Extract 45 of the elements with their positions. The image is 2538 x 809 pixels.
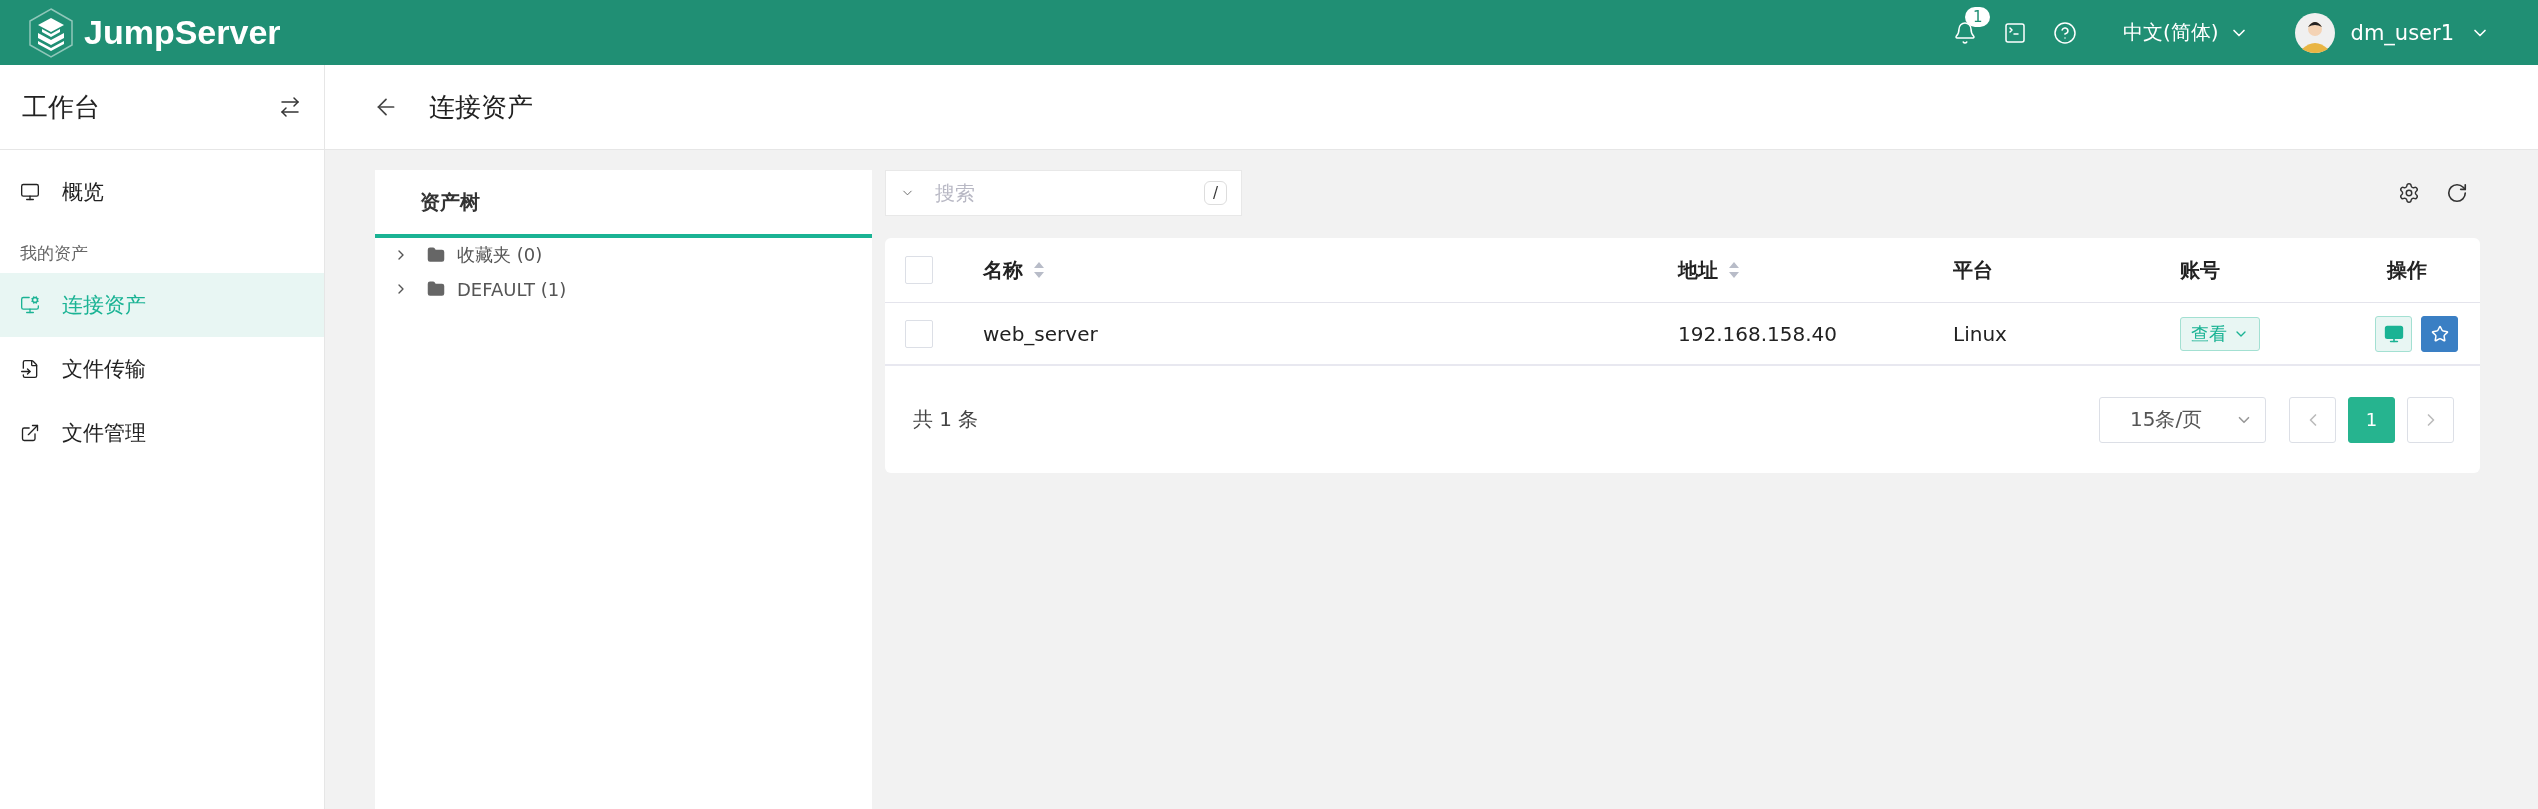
shortcut-key: / [1203,181,1227,205]
search-bar[interactable]: 搜索 / [885,170,1242,216]
external-link-icon [20,423,40,443]
notification-badge: 1 [1964,6,1991,27]
sidebar-item[interactable]: 文件管理 [0,401,324,465]
star-icon [2430,324,2449,343]
monitor-icon [20,295,40,315]
sidebar-title: 工作台 [22,90,100,124]
checkbox[interactable] [905,319,933,348]
settings-icon[interactable] [2398,182,2420,204]
language-menu[interactable]: 中文(简体) [2122,19,2249,46]
connect-button[interactable] [2375,315,2412,352]
page-size-select[interactable]: 15条/页 [2099,396,2266,443]
sidebar-section: 我的资产 [0,224,324,273]
logo-icon [28,6,74,59]
sidebar-item[interactable]: 文件传输 [0,337,324,401]
column-header[interactable]: 名称 [983,256,1045,284]
tree-tab[interactable]: 资产树 [375,170,872,238]
total-count: 共 1 条 [913,406,979,433]
refresh-icon[interactable] [2446,182,2468,204]
page-title: 连接资产 [429,90,533,124]
folder-icon [427,246,445,264]
sidebar-item[interactable]: 概览 [0,160,324,224]
tree-node[interactable]: 收藏夹 (0) [375,238,872,272]
help-icon[interactable] [2052,20,2077,45]
switch-icon[interactable] [278,95,302,119]
table-cell-text: 192.168.158.40 [1678,321,1839,346]
folder-icon [427,280,445,298]
avatar-icon [2294,12,2335,53]
favorite-button[interactable] [2421,315,2458,352]
checkbox[interactable] [905,256,933,284]
file-icon [20,359,40,379]
bell-icon[interactable] [1952,20,1977,45]
monitor-icon [20,182,40,202]
logo-text: JumpServer [84,13,281,52]
table-cell-text: web_server [983,321,1099,346]
tree-node[interactable]: DEFAULT (1) [375,272,872,306]
terminal-icon[interactable] [2002,20,2027,45]
table-cell-text: Linux [1953,321,2008,346]
column-header: 平台 [1953,256,1993,284]
column-header: 操作 [2386,256,2427,284]
user-menu[interactable]: dm_user1 [2294,12,2490,53]
column-header[interactable]: 地址 [1678,256,1740,284]
column-header: 账号 [2180,256,2220,284]
monitor-icon [2383,323,2404,344]
